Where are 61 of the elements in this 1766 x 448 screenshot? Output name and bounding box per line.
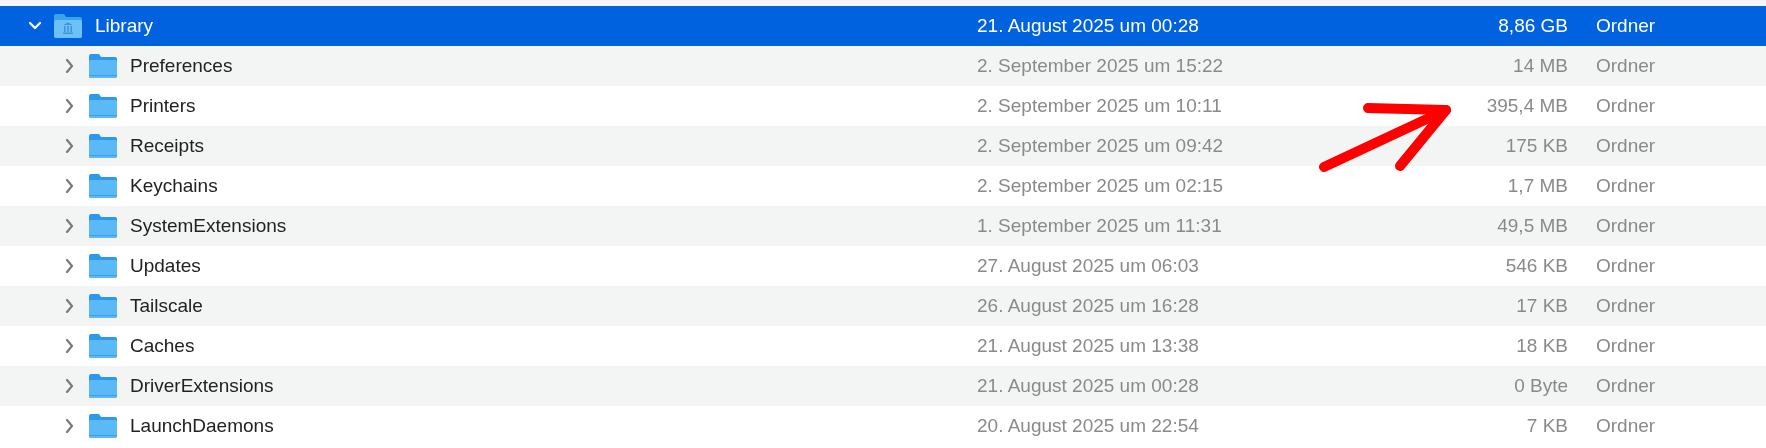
file-row[interactable]: DriverExtensions 21. August 2025 um 00:28 0 Byte Ordner bbox=[0, 366, 1766, 406]
file-name: Preferences bbox=[130, 53, 233, 78]
file-name: Tailscale bbox=[130, 293, 203, 318]
size-cell: 7 KB bbox=[1526, 414, 1568, 436]
folder-icon bbox=[88, 413, 118, 439]
type-cell: Ordner bbox=[1596, 54, 1656, 76]
folder-icon bbox=[88, 53, 118, 79]
file-name: Caches bbox=[130, 333, 195, 358]
size-cell: 14 MB bbox=[1513, 54, 1568, 76]
folder-icon bbox=[88, 213, 118, 239]
type-cell: Ordner bbox=[1596, 294, 1656, 316]
folder-icon bbox=[88, 253, 118, 279]
file-name: Receipts bbox=[130, 133, 204, 158]
file-name: Updates bbox=[130, 253, 201, 278]
size-cell: 1,7 MB bbox=[1507, 174, 1568, 196]
date-cell: 2. September 2025 um 02:15 bbox=[977, 174, 1224, 196]
date-cell: 2. September 2025 um 09:42 bbox=[977, 134, 1224, 156]
file-row[interactable]: Receipts 2. September 2025 um 09:42 175 KB Ordner bbox=[0, 126, 1766, 166]
size-cell: 8,86 GB bbox=[1498, 14, 1568, 36]
folder-icon bbox=[88, 333, 118, 359]
type-cell: Ordner bbox=[1596, 94, 1656, 116]
size-cell: 49,5 MB bbox=[1497, 214, 1568, 236]
size-cell: 395,4 MB bbox=[1486, 94, 1568, 116]
date-cell: 26. August 2025 um 16:28 bbox=[977, 294, 1199, 316]
type-cell: Ordner bbox=[1596, 14, 1656, 36]
file-row[interactable]: SystemExtensions 1. September 2025 um 11:31 49,5 MB Ordner bbox=[0, 206, 1766, 246]
date-cell: 27. August 2025 um 06:03 bbox=[977, 254, 1199, 276]
date-cell: 2. September 2025 um 15:22 bbox=[977, 54, 1224, 76]
size-cell: 546 KB bbox=[1505, 254, 1568, 276]
type-cell: Ordner bbox=[1596, 334, 1656, 356]
file-name: Printers bbox=[130, 93, 196, 118]
type-cell: Ordner bbox=[1596, 134, 1656, 156]
size-cell: 18 KB bbox=[1516, 334, 1568, 356]
folder-icon bbox=[88, 293, 118, 319]
file-name: SystemExtensions bbox=[130, 213, 287, 238]
file-row[interactable]: Tailscale 26. August 2025 um 16:28 17 KB Ordner bbox=[0, 286, 1766, 326]
type-cell: Ordner bbox=[1596, 414, 1656, 436]
file-name: Keychains bbox=[130, 173, 218, 198]
type-cell: Ordner bbox=[1596, 174, 1656, 196]
date-cell: 1. September 2025 um 11:31 bbox=[977, 214, 1222, 236]
folder-icon bbox=[88, 373, 118, 399]
size-cell: 0 Byte bbox=[1514, 374, 1568, 396]
folder-icon bbox=[88, 133, 118, 159]
folder-icon bbox=[88, 93, 118, 119]
date-cell: 21. August 2025 um 13:38 bbox=[977, 334, 1199, 356]
selected-row[interactable]: Library 21. August 2025 um 00:28 8,86 GB Ordner bbox=[0, 6, 1766, 46]
type-cell: Ordner bbox=[1596, 374, 1656, 396]
type-cell: Ordner bbox=[1596, 214, 1656, 236]
date-cell: 20. August 2025 um 22:54 bbox=[977, 414, 1199, 436]
file-name: LaunchDaemons bbox=[130, 413, 274, 438]
file-name: Library bbox=[95, 13, 154, 38]
file-row[interactable]: Preferences 2. September 2025 um 15:22 14 MB Ordner bbox=[0, 46, 1766, 86]
type-cell: Ordner bbox=[1596, 254, 1656, 276]
file-name: DriverExtensions bbox=[130, 373, 274, 398]
date-cell: 2. September 2025 um 10:11 bbox=[977, 94, 1222, 116]
date-cell: 21. August 2025 um 00:28 bbox=[977, 14, 1199, 36]
size-cell: 17 KB bbox=[1516, 294, 1568, 316]
folder-icon bbox=[88, 173, 118, 199]
size-cell: 175 KB bbox=[1505, 134, 1568, 156]
date-cell: 21. August 2025 um 00:28 bbox=[977, 374, 1199, 396]
library-folder-icon bbox=[53, 13, 83, 39]
